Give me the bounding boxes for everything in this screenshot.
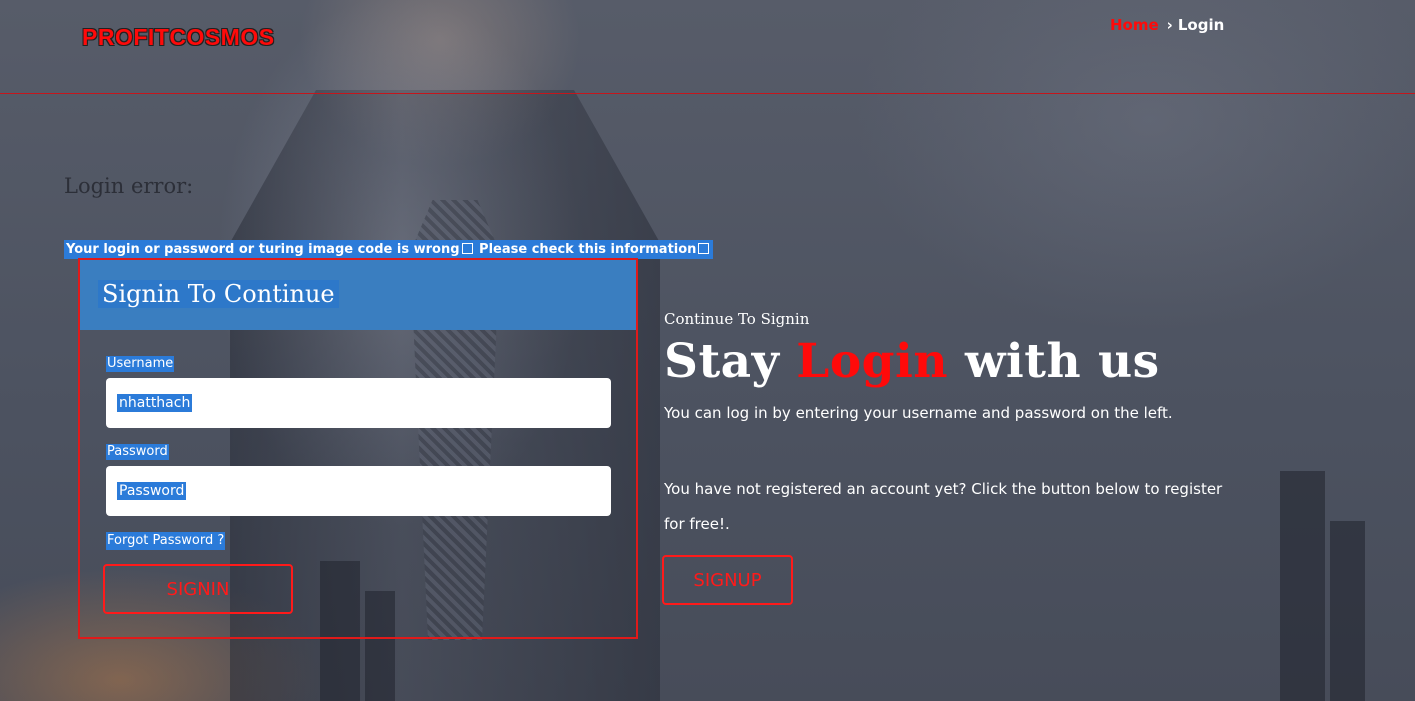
missing-glyph-icon	[461, 243, 473, 254]
missing-glyph-icon	[698, 243, 710, 254]
error-message-text-2: Please check this information	[474, 242, 697, 257]
top-bar: PROFITCOSMOS Home › Login	[0, 0, 1415, 94]
breadcrumb: Home › Login	[1110, 16, 1224, 34]
info-heading: Stay Login with us	[664, 334, 1160, 389]
background-building	[1330, 521, 1365, 701]
chevron-right-icon: ›	[1166, 16, 1173, 34]
login-panel: Signin To Continue Username nhatthach Pa…	[78, 258, 638, 639]
heading-text: Stay	[664, 334, 797, 389]
username-input[interactable]: nhatthach	[106, 378, 611, 428]
username-value: nhatthach	[117, 394, 193, 412]
info-subtitle: Continue To Signin	[664, 310, 810, 328]
breadcrumb-home-link[interactable]: Home	[1110, 16, 1159, 34]
info-text-login: You can log in by entering your username…	[664, 404, 1173, 422]
password-input[interactable]: Password	[106, 466, 611, 516]
password-label: Password	[106, 444, 169, 460]
heading-text-end: with us	[948, 334, 1160, 389]
signup-button[interactable]: SIGNUP	[662, 555, 793, 605]
login-panel-header: Signin To Continue	[80, 260, 636, 330]
signin-button[interactable]: SIGNIN	[103, 564, 293, 614]
heading-highlight: Login	[796, 334, 949, 389]
background-building	[1280, 471, 1325, 701]
login-panel-title: Signin To Continue	[98, 280, 339, 308]
error-title: Login error:	[64, 174, 194, 198]
error-message: Your login or password or turing image c…	[64, 240, 714, 259]
breadcrumb-current: Login	[1177, 16, 1225, 34]
error-message-text: Your login or password or turing image c…	[66, 242, 460, 257]
site-logo[interactable]: PROFITCOSMOS	[82, 24, 275, 51]
password-placeholder: Password	[117, 482, 187, 500]
forgot-password-link[interactable]: Forgot Password ?	[106, 532, 226, 550]
info-text-register: You have not registered an account yet? …	[664, 480, 1223, 533]
username-label: Username	[106, 356, 175, 372]
